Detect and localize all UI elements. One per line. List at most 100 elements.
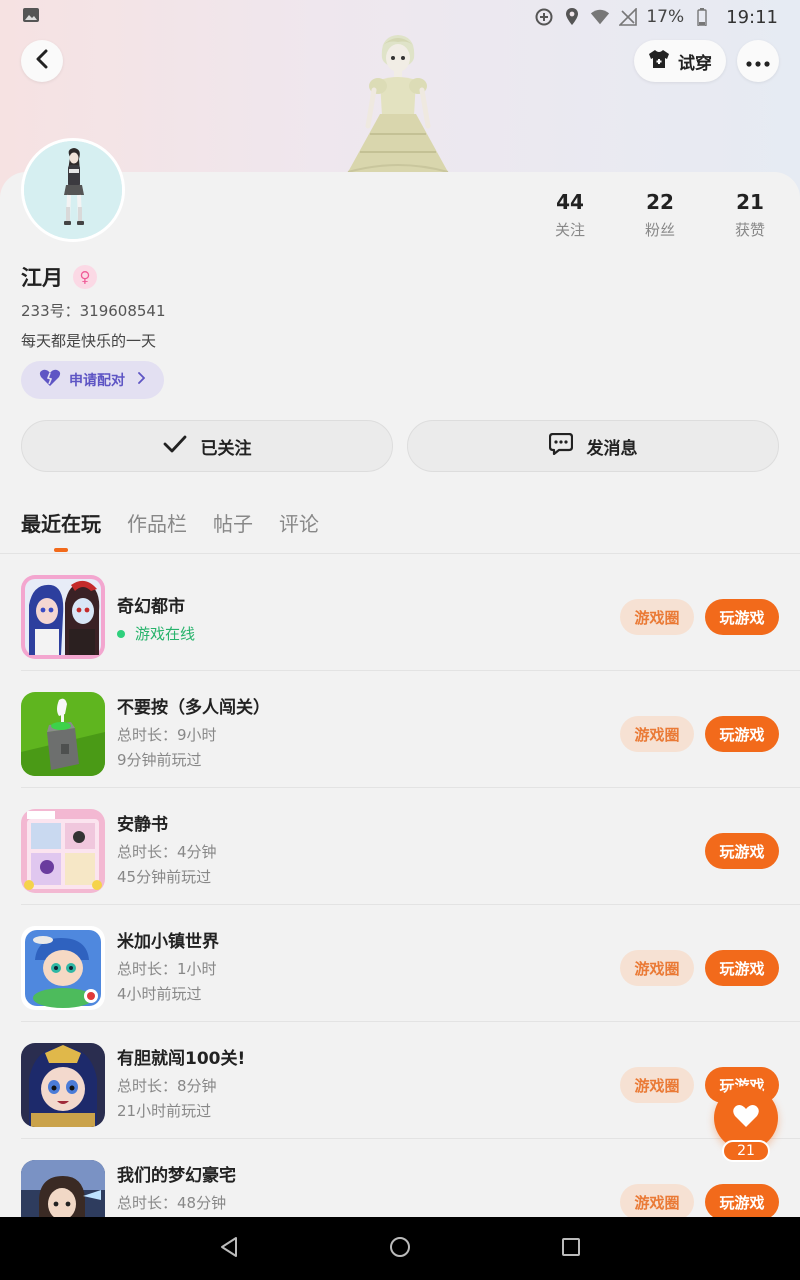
- play-game-button[interactable]: 玩游戏: [705, 950, 779, 986]
- heart-icon: [732, 1104, 760, 1132]
- game-info: 有胆就闯100关! 总时长：8分钟 21小时前玩过: [117, 1044, 245, 1121]
- send-message-label: 发消息: [586, 438, 638, 459]
- last-played: 9分钟前玩过: [117, 751, 202, 769]
- play-game-button[interactable]: 玩游戏: [705, 1184, 779, 1220]
- play-duration: 总时长：48分钟: [117, 1194, 227, 1212]
- tab-posts[interactable]: 帖子: [213, 508, 253, 537]
- checkmark-icon: [163, 435, 187, 458]
- tab-recently-played[interactable]: 最近在玩: [21, 508, 101, 537]
- status-icons: 17% 19:11: [534, 7, 778, 28]
- chat-bubble-icon: [548, 432, 573, 460]
- game-title: 安静书: [117, 815, 168, 835]
- game-icon-miga-town[interactable]: [21, 926, 105, 1010]
- request-pairing-button[interactable]: 申请配对: [21, 361, 164, 399]
- request-pairing-label: 申请配对: [69, 373, 125, 389]
- game-circle-button[interactable]: 游戏圈: [620, 1184, 694, 1220]
- more-dots-icon: [746, 52, 770, 71]
- profile-stats: 44 关注 22 粉丝 21 获赞: [525, 190, 800, 240]
- nav-back-icon[interactable]: [219, 1236, 239, 1262]
- like-count-badge: 21: [722, 1140, 770, 1162]
- game-icon-fantasy-city[interactable]: [21, 575, 105, 659]
- stat-following-label: 关注: [554, 221, 585, 239]
- play-game-button[interactable]: 玩游戏: [705, 599, 779, 635]
- play-game-button[interactable]: 玩游戏: [705, 833, 779, 869]
- status-bar: 17% 19:11: [0, 0, 800, 34]
- tab-works[interactable]: 作品栏: [127, 508, 187, 537]
- gallery-notification-icon: [22, 7, 40, 28]
- back-button[interactable]: [21, 40, 63, 82]
- game-info: 安静书 总时长：4分钟 45分钟前玩过: [117, 810, 217, 887]
- stat-fans[interactable]: 22 粉丝: [615, 190, 705, 240]
- last-played: 45分钟前玩过: [117, 868, 212, 886]
- game-title: 我们的梦幻豪宅: [117, 1166, 236, 1186]
- data-saver-icon: [534, 7, 554, 27]
- stat-following-value: 44: [556, 190, 584, 214]
- tab-comments[interactable]: 评论: [279, 508, 319, 537]
- profile-tabs: 最近在玩 作品栏 帖子 评论: [21, 508, 319, 552]
- nav-home-icon[interactable]: [389, 1236, 411, 1262]
- avatar[interactable]: [21, 138, 125, 242]
- female-gender-icon: ♀: [73, 265, 97, 289]
- username-row: 江月 ♀: [21, 262, 97, 292]
- game-title: 米加小镇世界: [117, 932, 219, 952]
- active-tab-indicator: [54, 548, 68, 552]
- bio: 每天都是快乐的一天: [21, 332, 157, 350]
- username: 江月: [21, 266, 63, 290]
- game-title: 奇幻都市: [117, 597, 185, 617]
- nav-recents-icon[interactable]: [561, 1237, 581, 1261]
- wifi-icon: [590, 7, 610, 27]
- game-info: 不要按（多人闯关） 总时长：9小时 9分钟前玩过: [117, 693, 270, 770]
- last-played: 21小时前玩过: [117, 1102, 212, 1120]
- game-info: 我们的梦幻豪宅 总时长：48分钟: [117, 1161, 236, 1213]
- list-item[interactable]: 米加小镇世界 总时长：1小时 4小时前玩过 游戏圈 玩游戏: [21, 905, 800, 1022]
- game-circle-button[interactable]: 游戏圈: [620, 1067, 694, 1103]
- list-item[interactable]: 奇幻都市 游戏在线 游戏圈 玩游戏: [21, 554, 800, 671]
- chevron-right-icon: [137, 372, 146, 388]
- online-dot-icon: [117, 629, 125, 638]
- game-icon-dont-press[interactable]: [21, 692, 105, 776]
- game-circle-button[interactable]: 游戏圈: [620, 716, 694, 752]
- game-icon-brave-100-levels[interactable]: [21, 1043, 105, 1127]
- followed-button[interactable]: 已关注: [21, 420, 393, 472]
- play-duration: 总时长：4分钟: [117, 843, 217, 861]
- play-duration: 总时长：9小时: [117, 726, 217, 744]
- recent-games-list: 奇幻都市 游戏在线 游戏圈 玩游戏 不要按（多人闯关） 总时长：9小时 9分钟前…: [0, 554, 800, 1256]
- game-title: 不要按（多人闯关）: [117, 698, 270, 718]
- stat-likes-value: 21: [736, 190, 764, 214]
- play-duration: 总时长：1小时: [117, 960, 217, 978]
- stat-fans-label: 粉丝: [644, 221, 675, 239]
- user-id: 233号：319608541: [21, 302, 166, 320]
- stat-fans-value: 22: [646, 190, 674, 214]
- system-navigation-bar: [0, 1217, 800, 1280]
- online-status: 游戏在线: [117, 623, 195, 644]
- clock: 19:11: [726, 6, 778, 28]
- send-message-button[interactable]: 发消息: [407, 420, 779, 472]
- list-item[interactable]: 有胆就闯100关! 总时长：8分钟 21小时前玩过 游戏圈 玩游戏: [21, 1022, 800, 1139]
- play-duration: 总时长：8分钟: [117, 1077, 217, 1095]
- battery-percent: 17%: [646, 7, 685, 27]
- list-item[interactable]: 不要按（多人闯关） 总时长：9小时 9分钟前玩过 游戏圈 玩游戏: [21, 671, 800, 788]
- game-title: 有胆就闯100关!: [117, 1049, 246, 1069]
- shirt-icon: [648, 49, 670, 74]
- last-played: 4小时前玩过: [117, 985, 202, 1003]
- game-circle-button[interactable]: 游戏圈: [620, 950, 694, 986]
- chevron-left-icon: [35, 49, 49, 73]
- heart-pair-icon: [39, 369, 61, 391]
- no-signal-icon: [618, 7, 638, 27]
- followed-label: 已关注: [200, 438, 252, 459]
- game-circle-button[interactable]: 游戏圈: [620, 599, 694, 635]
- game-info: 奇幻都市 游戏在线: [117, 592, 195, 644]
- play-game-button[interactable]: 玩游戏: [705, 716, 779, 752]
- game-icon-quiet-book[interactable]: [21, 809, 105, 893]
- list-item[interactable]: 安静书 总时长：4分钟 45分钟前玩过 玩游戏: [21, 788, 800, 905]
- stat-likes[interactable]: 21 获赞: [705, 190, 795, 240]
- avatar-3d-figure[interactable]: [330, 30, 465, 175]
- online-status-label: 游戏在线: [135, 625, 196, 643]
- try-on-label: 试穿: [678, 53, 712, 74]
- stat-likes-label: 获赞: [734, 221, 765, 239]
- game-info: 米加小镇世界 总时长：1小时 4小时前玩过: [117, 927, 219, 1004]
- battery-icon: [692, 7, 712, 27]
- more-options-button[interactable]: [737, 40, 779, 82]
- try-on-button[interactable]: 试穿: [634, 40, 726, 82]
- stat-following[interactable]: 44 关注: [525, 190, 615, 240]
